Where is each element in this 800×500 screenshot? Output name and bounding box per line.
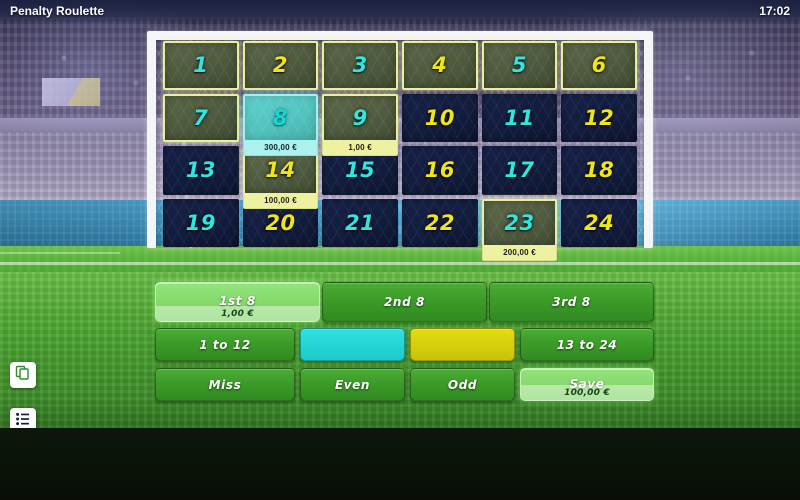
grid-cell-8[interactable]: 8 300,00 €: [242, 93, 319, 156]
bet-button-save[interactable]: Save 100,00 €: [520, 368, 654, 401]
betting-panel: 1st 8 1,00 € 2nd 8 3rd 8 1 to 12 13 to 24 Miss…: [0, 272, 800, 428]
bet-button-label: 13 to 24: [556, 337, 618, 352]
grid-cell-4[interactable]: 4: [401, 41, 478, 90]
grid-cell-number: 8: [272, 105, 289, 130]
grid-cell-24[interactable]: 24: [561, 198, 637, 247]
bet-button-odd[interactable]: Odd: [410, 368, 515, 401]
grid-cell-5[interactable]: 5: [481, 41, 558, 90]
bet-button-even[interactable]: Even: [300, 368, 405, 401]
documents-icon: [15, 365, 31, 386]
bottom-bar: BET 200,00 €: [0, 428, 800, 500]
top-bar: Penalty Roulette 17:02: [0, 0, 800, 22]
sidebar-item-documents[interactable]: [10, 362, 36, 388]
grid-cell-23[interactable]: 23 200,00 €: [481, 198, 558, 261]
grid-cell-13[interactable]: 13: [163, 146, 239, 195]
grid-cell-number: 15: [345, 158, 376, 183]
grid-cell-number: 24: [584, 210, 615, 235]
grid-cell-bet-amount: 200,00 €: [481, 245, 558, 261]
grid-cell-bet-amount: 300,00 €: [242, 140, 319, 156]
grid-cell-12[interactable]: 12: [561, 93, 637, 142]
grid-cell-2[interactable]: 2: [242, 41, 319, 90]
grid-cell-number: 6: [591, 53, 607, 78]
bet-button-amount: 1,00 €: [156, 306, 319, 321]
number-grid: 1 2 3 4 5 6 7 8 300,00 €9 1,00 €10 11 12 13 14 100,00 …: [163, 41, 637, 261]
bet-button-label: Even: [334, 377, 371, 392]
grid-cell-number: 2: [272, 53, 289, 78]
bet-button-cyan-swatch[interactable]: [300, 328, 405, 361]
grid-cell-number: 16: [424, 158, 455, 183]
bet-button-label: Odd: [447, 377, 478, 392]
bet-button-amount: 100,00 €: [521, 385, 653, 400]
grid-cell-number: 10: [424, 105, 455, 130]
grid-cell-number: 20: [265, 210, 296, 235]
grid-cell-number: 3: [352, 53, 368, 78]
grid-cell-19[interactable]: 19: [163, 198, 239, 247]
bet-button-miss[interactable]: Miss: [155, 368, 295, 401]
page-title: Penalty Roulette: [10, 4, 105, 18]
grid-cell-6[interactable]: 6: [561, 41, 637, 90]
grid-cell-number: 12: [584, 105, 615, 130]
grid-cell-9[interactable]: 9 1,00 €: [322, 93, 398, 156]
grid-cell-3[interactable]: 3: [322, 41, 398, 90]
bet-button-label: 1 to 12: [199, 337, 251, 352]
grid-cell-1[interactable]: 1: [163, 41, 239, 90]
grid-cell-bet-amount: 100,00 €: [242, 192, 319, 209]
bet-button-1-to-12[interactable]: 1 to 12: [155, 328, 295, 361]
grid-cell-18[interactable]: 18: [561, 146, 637, 195]
grid-cell-17[interactable]: 17: [481, 146, 558, 195]
pitch-strip: [0, 246, 800, 272]
bet-button-label: 3rd 8: [552, 295, 591, 309]
pitch-marking-secondary: [0, 252, 121, 254]
grid-cell-number: 22: [424, 210, 455, 235]
grid-cell-number: 13: [185, 158, 216, 183]
bet-button-1st-8[interactable]: 1st 8 1,00 €: [155, 282, 320, 322]
bet-button-label: 2nd 8: [383, 295, 425, 309]
grid-cell-number: 11: [504, 105, 535, 130]
grid-cell-number: 1: [193, 53, 209, 78]
bet-button-2nd-8[interactable]: 2nd 8: [322, 282, 487, 322]
grid-cell-22[interactable]: 22: [401, 198, 478, 247]
grid-cell-7[interactable]: 7: [163, 93, 239, 142]
grid-cell-11[interactable]: 11: [481, 93, 558, 142]
grid-cell-16[interactable]: 16: [401, 146, 478, 195]
pitch-marking: [0, 262, 800, 265]
bet-button-13-to-24[interactable]: 13 to 24: [520, 328, 654, 361]
grid-cell-bet-amount: 1,00 €: [322, 140, 398, 156]
grid-cell-10[interactable]: 10: [401, 93, 478, 142]
bet-button-label: Miss: [208, 377, 242, 392]
bet-button-3rd-8[interactable]: 3rd 8: [489, 282, 654, 322]
grid-cell-number: 17: [504, 158, 535, 183]
grid-cell-number: 9: [352, 105, 368, 130]
bet-button-yellow-swatch[interactable]: [410, 328, 515, 361]
clock: 17:02: [759, 4, 790, 18]
grid-cell-number: 14: [265, 158, 296, 183]
game-screen: 1 2 3 4 5 6 7 8 300,00 €9 1,00 €10 11 12 13 14 100,00 …: [0, 0, 800, 500]
grid-cell-number: 4: [432, 53, 448, 78]
grid-cell-number: 21: [345, 210, 376, 235]
grid-cell-number: 5: [511, 53, 528, 78]
grid-cell-number: 23: [504, 210, 535, 235]
grid-cell-number: 7: [193, 105, 209, 130]
grid-cell-number: 19: [185, 210, 216, 235]
grid-cell-number: 18: [584, 158, 615, 183]
grid-cell-21[interactable]: 21: [322, 198, 398, 247]
